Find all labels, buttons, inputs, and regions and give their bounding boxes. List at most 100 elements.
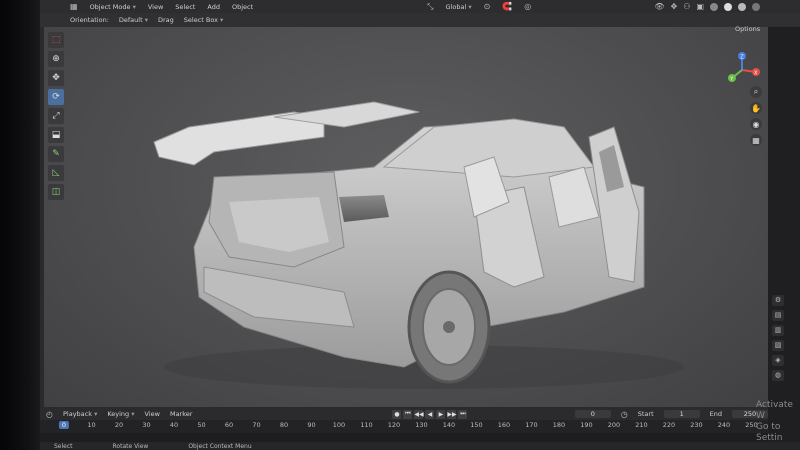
jump-start-icon[interactable]: ⏮ bbox=[403, 409, 413, 419]
properties-panel bbox=[768, 27, 800, 450]
options-dropdown[interactable]: Options bbox=[735, 25, 760, 33]
properties-tab-scene[interactable]: ◈ bbox=[772, 355, 784, 366]
ruler-tick-130: 130 bbox=[415, 421, 428, 429]
ruler-tick-70: 70 bbox=[252, 421, 261, 429]
car-model bbox=[153, 101, 684, 389]
current-frame-field[interactable]: 0 bbox=[574, 410, 611, 418]
shading-controls: 👁 ✥ ⚇ ▣ bbox=[654, 2, 760, 11]
ruler-tick-190: 190 bbox=[580, 421, 593, 429]
solid-shading-icon[interactable] bbox=[724, 2, 732, 11]
drag-dropdown[interactable]: Select Box bbox=[184, 16, 224, 24]
ruler-tick-160: 160 bbox=[497, 421, 511, 429]
pan-hand-icon[interactable]: ✋ bbox=[750, 102, 762, 114]
navigation-gizmo[interactable]: X Z Y bbox=[722, 50, 762, 90]
z-axis-label: Z bbox=[740, 55, 744, 61]
wireframe-shading-icon[interactable] bbox=[710, 2, 718, 11]
properties-tab-output[interactable]: ▥ bbox=[772, 325, 784, 336]
start-label: Start bbox=[637, 410, 654, 418]
properties-tab-tool[interactable]: ⚙ bbox=[772, 295, 784, 306]
jump-end-icon[interactable]: ⏭ bbox=[458, 409, 468, 419]
transform-orientation-dropdown[interactable]: Global bbox=[446, 3, 472, 11]
start-frame-field[interactable]: 1 bbox=[663, 410, 700, 418]
timeline-menu-view[interactable]: View bbox=[145, 410, 160, 418]
tool-shelf: ⬚ ⊕ ✥ ⟳ ⤢ ⬓ ✎ ◺ ◫ bbox=[48, 32, 68, 200]
menu-object[interactable]: Object bbox=[232, 3, 253, 11]
editor-type-icon[interactable]: ▦ bbox=[70, 2, 78, 11]
3d-viewport[interactable] bbox=[44, 27, 768, 407]
ruler-tick-110: 110 bbox=[360, 421, 373, 429]
timeline-track[interactable] bbox=[40, 433, 768, 442]
move-icon[interactable]: ✥ bbox=[48, 70, 64, 86]
mode-dropdown[interactable]: Object Mode bbox=[90, 3, 136, 11]
timeline-menu-marker[interactable]: Marker bbox=[170, 410, 192, 418]
zoom-icon[interactable]: ⌕ bbox=[750, 86, 762, 98]
ruler-tick-140: 140 bbox=[442, 421, 456, 429]
status-rotate-view: Rotate View bbox=[112, 442, 149, 450]
measure-icon[interactable]: ◺ bbox=[48, 165, 64, 181]
watermark-line-2: Go to Settin bbox=[756, 422, 783, 443]
frame-ruler[interactable]: 0 10 20 30 40 50 60 70 80 90 100 110 120 130 140 150 160… bbox=[40, 420, 768, 433]
orientation-label: Orientation: bbox=[70, 16, 109, 24]
properties-tab-render[interactable]: ▤ bbox=[772, 310, 784, 321]
watermark-line-1: Activate W bbox=[756, 400, 793, 421]
timeline-editor-icon[interactable]: ◴ bbox=[46, 410, 53, 419]
x-axis-label: X bbox=[754, 71, 758, 77]
ruler-tick-150: 150 bbox=[470, 421, 483, 429]
status-select: Select bbox=[54, 442, 73, 450]
timeline-menu-playback[interactable]: Playback bbox=[63, 410, 97, 418]
ruler-tick-200: 200 bbox=[607, 421, 621, 429]
ruler-tick-0: 0 bbox=[58, 421, 70, 429]
navigation-buttons: ⌕ ✋ ◉ ▦ bbox=[750, 86, 762, 146]
proportional-edit-icon[interactable]: ◎ bbox=[524, 2, 531, 11]
timeline-header: ◴ Playback Keying View Marker ● ⏮ ◀◀ ◀ ▶… bbox=[40, 408, 768, 420]
timeline-menu-keying[interactable]: Keying bbox=[107, 410, 134, 418]
annotate-icon[interactable]: ✎ bbox=[48, 146, 64, 162]
ruler-tick-180: 180 bbox=[552, 421, 566, 429]
properties-tab-world[interactable]: ◍ bbox=[772, 370, 784, 381]
menu-view[interactable]: View bbox=[148, 3, 163, 11]
ruler-tick-40: 40 bbox=[169, 421, 179, 429]
next-keyframe-icon[interactable]: ▶▶ bbox=[447, 409, 457, 419]
snap-icon[interactable]: 🧲 bbox=[502, 2, 512, 11]
monitor-bezel bbox=[0, 0, 40, 450]
add-cube-icon[interactable]: ◫ bbox=[48, 184, 64, 200]
rotate-icon[interactable]: ⟳ bbox=[48, 89, 64, 105]
play-icon[interactable]: ▶ bbox=[436, 409, 446, 419]
prev-keyframe-icon[interactable]: ◀◀ bbox=[414, 409, 424, 419]
ruler-tick-80: 80 bbox=[279, 421, 289, 429]
ruler-tick-240: 240 bbox=[717, 421, 731, 429]
cursor-icon[interactable]: ⊕ bbox=[48, 51, 64, 67]
ruler-tick-30: 30 bbox=[142, 421, 151, 429]
xray-icon[interactable]: ▣ bbox=[696, 2, 704, 11]
ruler-tick-10: 10 bbox=[87, 421, 96, 429]
visibility-icon[interactable]: 👁 bbox=[654, 2, 664, 11]
ruler-tick-170: 170 bbox=[525, 421, 538, 429]
select-box-icon[interactable]: ⬚ bbox=[48, 32, 64, 48]
scale-icon[interactable]: ⤢ bbox=[48, 108, 64, 124]
properties-tab-view-layer[interactable]: ▧ bbox=[772, 340, 784, 351]
gizmo-toggle-icon[interactable]: ✥ bbox=[671, 2, 678, 11]
play-reverse-icon[interactable]: ◀ bbox=[425, 409, 435, 419]
pivot-icon[interactable]: ⊙ bbox=[484, 2, 491, 11]
activation-watermark: Activate W Go to Settin bbox=[756, 400, 800, 444]
menu-add[interactable]: Add bbox=[207, 3, 220, 11]
perspective-toggle-icon[interactable]: ▦ bbox=[750, 134, 762, 146]
ruler-tick-50: 50 bbox=[197, 421, 206, 429]
rendered-shading-icon[interactable] bbox=[752, 2, 760, 11]
status-bar: Select Rotate View Object Context Menu bbox=[40, 442, 800, 450]
ruler-tick-120: 120 bbox=[387, 421, 401, 429]
menu-select[interactable]: Select bbox=[175, 3, 195, 11]
tool-settings-bar: Orientation: Default Drag Select Box bbox=[40, 13, 800, 27]
overlay-icon[interactable]: ⚇ bbox=[683, 2, 690, 11]
record-icon[interactable]: ● bbox=[392, 409, 402, 419]
transform-orientation-icon: ⤡ bbox=[427, 1, 434, 11]
ruler-tick-230: 230 bbox=[690, 421, 703, 429]
transform-icon[interactable]: ⬓ bbox=[48, 127, 64, 143]
material-shading-icon[interactable] bbox=[738, 2, 746, 11]
status-context-menu: Object Context Menu bbox=[188, 442, 252, 450]
end-label: End bbox=[709, 410, 722, 418]
ruler-tick-20: 20 bbox=[114, 421, 124, 429]
camera-view-icon[interactable]: ◉ bbox=[750, 118, 762, 130]
ruler-tick-90: 90 bbox=[307, 421, 316, 429]
orientation-dropdown[interactable]: Default bbox=[119, 16, 148, 24]
